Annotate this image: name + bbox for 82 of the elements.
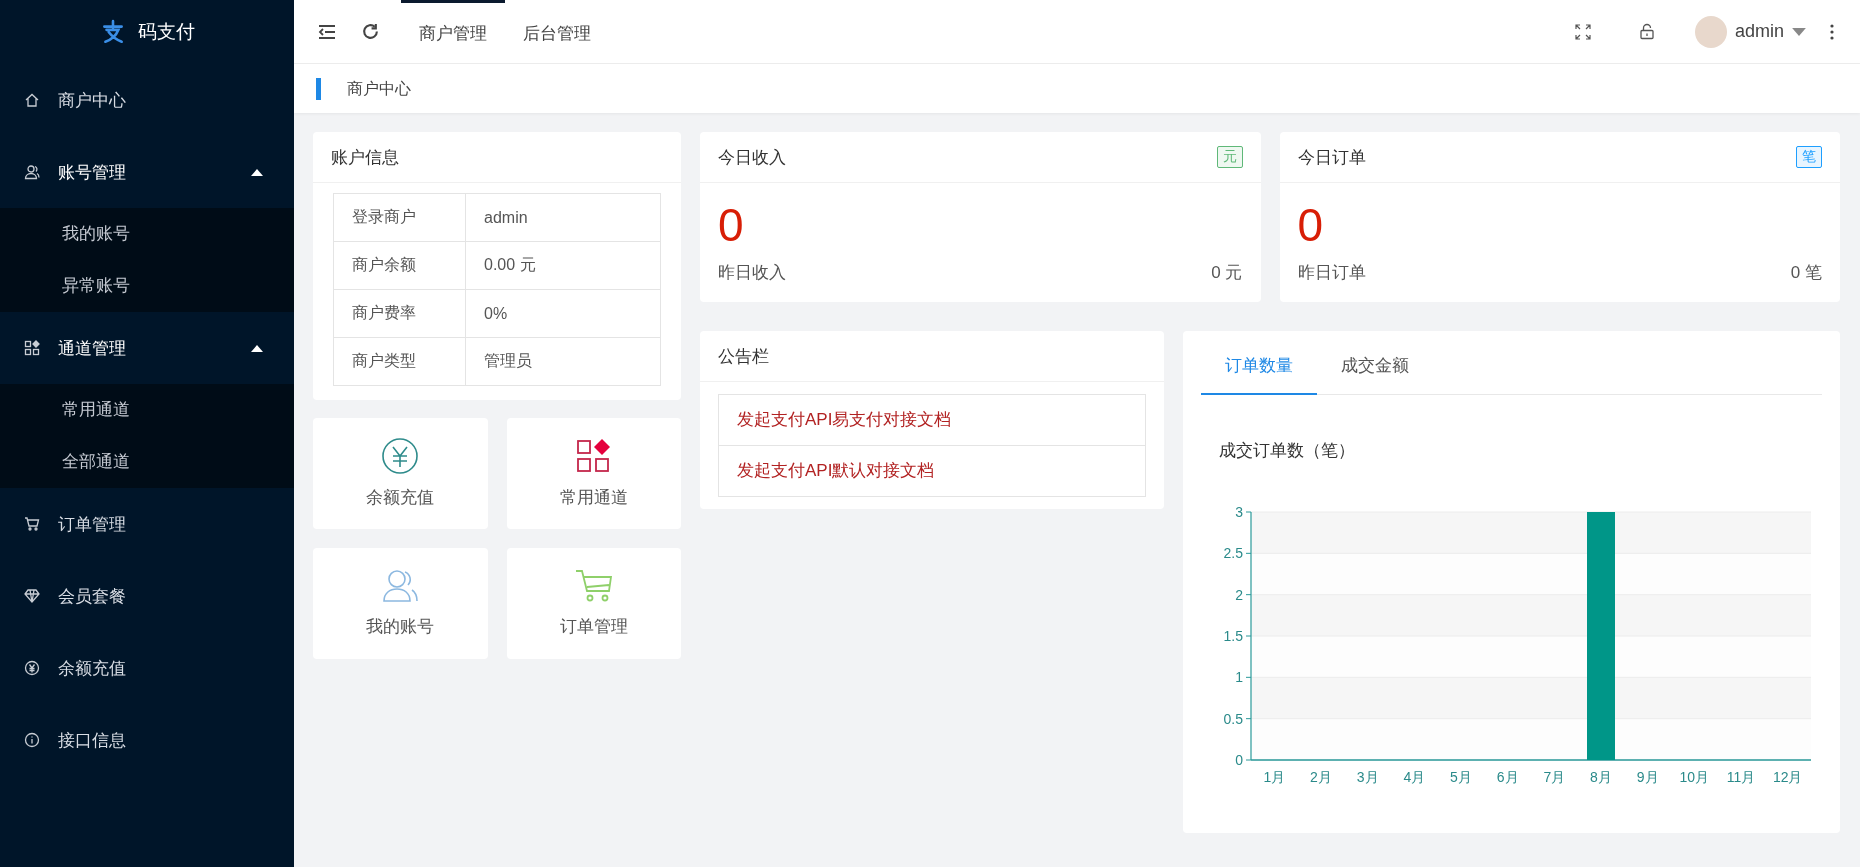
chart-tab[interactable]: 成交金额 bbox=[1317, 339, 1433, 395]
sidebar-item[interactable]: 余额充值 bbox=[0, 632, 294, 704]
axis-label: 10月 bbox=[1679, 769, 1710, 785]
sidebar-item[interactable]: 接口信息 bbox=[0, 704, 294, 776]
axis-label: 5月 bbox=[1450, 769, 1472, 785]
card-title: 公告栏 bbox=[718, 345, 769, 368]
stat-label: 昨日收入 bbox=[718, 262, 786, 284]
chart-title: 成交订单数（笔） bbox=[1219, 440, 1356, 462]
table-cell: 0.00 元 bbox=[465, 241, 661, 290]
axis-label: 1.5 bbox=[1223, 628, 1243, 644]
axis-label: 3月 bbox=[1356, 769, 1379, 785]
shortcut-tile[interactable]: 余额充值 bbox=[313, 418, 488, 529]
sidebar-subitem[interactable]: 全部通道 bbox=[0, 436, 294, 488]
sidebar-subitem[interactable]: 我的账号 bbox=[0, 208, 294, 260]
doc-link[interactable]: 发起支付API默认对接文档 bbox=[718, 446, 1146, 497]
caret-icon bbox=[250, 168, 264, 176]
shortcut-tile[interactable]: 常用通道 bbox=[506, 418, 681, 529]
axis-label: 12月 bbox=[1772, 769, 1803, 785]
breadcrumb: 商户中心 bbox=[316, 77, 411, 100]
more-icon[interactable] bbox=[1830, 23, 1834, 40]
table-cell: 商户类型 bbox=[333, 337, 466, 386]
axis-label: 8月 bbox=[1590, 769, 1612, 785]
grid-icon bbox=[575, 438, 612, 474]
header-tab[interactable]: 后台管理 bbox=[505, 0, 609, 64]
stat-sub-value: 0 元 bbox=[1211, 262, 1243, 284]
stat-value: 0 bbox=[1297, 198, 1325, 253]
unit-badge: 元 bbox=[1216, 146, 1243, 168]
users-icon bbox=[382, 569, 419, 603]
stat-value: 0 bbox=[718, 198, 745, 253]
axis-label: 1 bbox=[1235, 669, 1243, 686]
table-cell: 管理员 bbox=[465, 337, 661, 386]
brand-name: 码支付 bbox=[137, 20, 195, 44]
user-name[interactable]: admin bbox=[1734, 21, 1784, 42]
sidebar-item[interactable]: 会员套餐 bbox=[0, 560, 294, 632]
lock-icon[interactable] bbox=[1638, 23, 1655, 40]
table-cell: 登录商户 bbox=[333, 193, 466, 242]
stat-sub-value: 0 笔 bbox=[1790, 262, 1822, 284]
sidebar-item[interactable]: 通道管理 bbox=[0, 312, 294, 384]
axis-label: 0 bbox=[1235, 752, 1243, 768]
axis-label: 1月 bbox=[1263, 769, 1286, 785]
axis-label: 9月 bbox=[1636, 769, 1659, 785]
chart-tab[interactable]: 订单数量 bbox=[1201, 339, 1317, 395]
menu-collapse-icon[interactable] bbox=[318, 24, 336, 39]
caret-icon bbox=[1792, 27, 1806, 36]
table-cell: 0% bbox=[465, 289, 661, 338]
stat-label: 昨日订单 bbox=[1297, 262, 1366, 284]
card-title: 账户信息 bbox=[331, 146, 399, 169]
sidebar-item[interactable]: 商户中心 bbox=[0, 64, 294, 136]
shortcut-tile[interactable]: 订单管理 bbox=[506, 548, 681, 659]
shortcut-tile[interactable]: 我的账号 bbox=[313, 548, 488, 659]
doc-link[interactable]: 发起支付API易支付对接文档 bbox=[718, 394, 1146, 446]
axis-label: 2 bbox=[1235, 586, 1243, 603]
yen-icon bbox=[24, 660, 40, 676]
axis-label: 7月 bbox=[1543, 769, 1566, 785]
card-title: 今日收入 bbox=[718, 146, 786, 169]
yen-icon bbox=[382, 438, 419, 474]
table-cell: admin bbox=[465, 193, 661, 242]
user-icon bbox=[24, 164, 40, 180]
diamond-icon bbox=[24, 588, 40, 604]
axis-label: 0.5 bbox=[1223, 710, 1243, 727]
table-cell: 商户费率 bbox=[333, 289, 466, 338]
home-icon bbox=[24, 92, 40, 108]
info-icon bbox=[24, 732, 40, 748]
axis-label: 4月 bbox=[1403, 769, 1426, 785]
caret-icon bbox=[250, 344, 264, 352]
axis-label: 2.5 bbox=[1223, 545, 1243, 562]
card-title: 今日订单 bbox=[1297, 146, 1366, 169]
unit-badge: 笔 bbox=[1796, 146, 1822, 168]
cart-icon bbox=[574, 569, 613, 603]
fullscreen-icon[interactable] bbox=[1574, 23, 1591, 40]
axis-label: 11月 bbox=[1726, 769, 1756, 785]
refresh-icon[interactable] bbox=[362, 23, 379, 40]
sidebar-subitem[interactable]: 常用通道 bbox=[0, 384, 294, 436]
grid-icon bbox=[24, 340, 40, 356]
axis-label: 2月 bbox=[1310, 769, 1332, 785]
table-cell: 商户余额 bbox=[333, 241, 466, 290]
sidebar-subitem[interactable]: 异常账号 bbox=[0, 260, 294, 312]
sidebar-item[interactable]: 订单管理 bbox=[0, 488, 294, 560]
axis-label: 3 bbox=[1235, 504, 1243, 520]
sidebar-item[interactable]: 账号管理 bbox=[0, 136, 294, 208]
axis-label: 6月 bbox=[1496, 769, 1519, 785]
cart-icon bbox=[24, 516, 40, 532]
